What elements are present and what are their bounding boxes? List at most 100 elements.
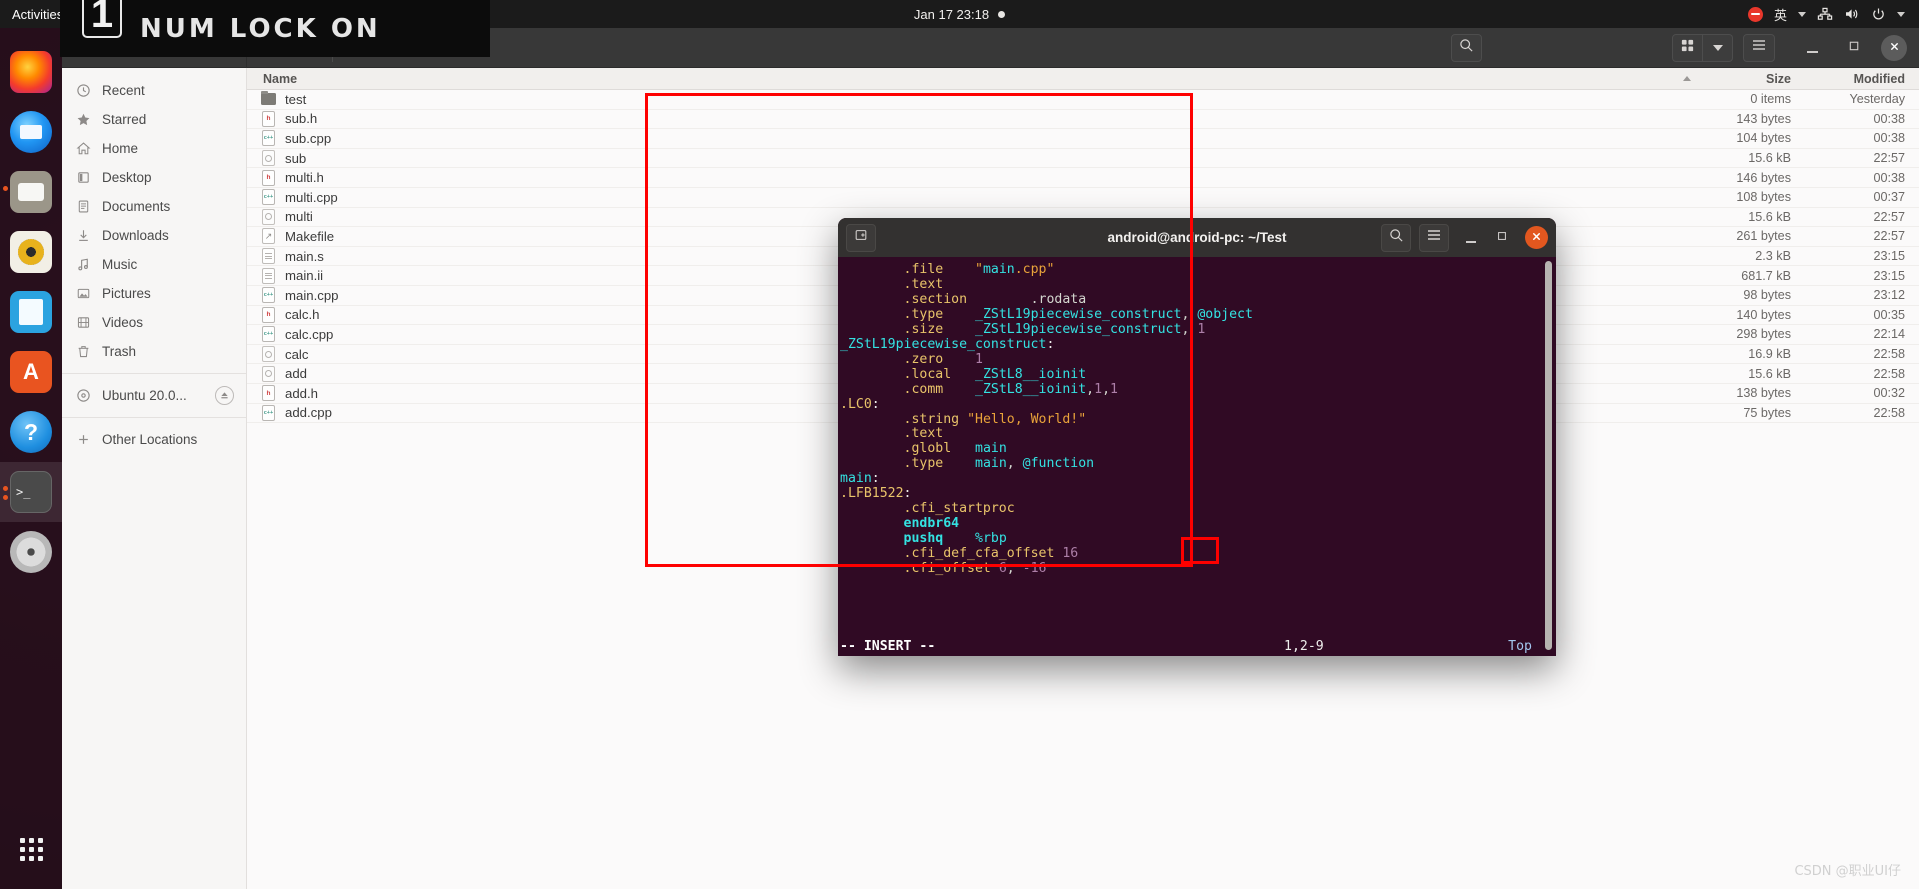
file-type-icon	[261, 150, 276, 167]
maximize-icon	[1496, 229, 1508, 247]
table-row[interactable]: h sub.h 143 bytes 00:38	[247, 110, 1919, 130]
table-row[interactable]: h multi.h 146 bytes 00:38	[247, 168, 1919, 188]
dock-item-thunderbird[interactable]	[0, 102, 62, 162]
system-tray: 英	[1747, 0, 1913, 28]
dock-item-rhythmbox[interactable]	[0, 222, 62, 282]
terminal-search-button[interactable]	[1381, 223, 1411, 252]
column-header-name[interactable]: Name	[247, 72, 1673, 86]
dock-item-terminal[interactable]: >_	[0, 462, 62, 522]
file-name-label: sub.h	[285, 111, 318, 127]
power-icon[interactable]	[1871, 7, 1886, 22]
dock-item-ubuntu-software[interactable]: A	[0, 342, 62, 402]
files-search-button[interactable]	[1451, 33, 1482, 62]
terminal-line: _ZStL19piecewise_construct:	[840, 336, 1055, 352]
file-modified-label: 23:12	[1873, 288, 1905, 303]
file-size-label: 75 bytes	[1743, 405, 1791, 420]
terminal-maximize-button[interactable]	[1488, 224, 1516, 252]
view-options-dropdown[interactable]	[1703, 33, 1733, 62]
sidebar-item-other-locations[interactable]: Other Locations	[62, 425, 246, 454]
numlock-osd-overlay: 1 NUM LOCK ON	[60, 0, 490, 57]
vim-scroll-position: Top	[1508, 639, 1532, 655]
cpp-file-icon: c++	[262, 189, 275, 206]
header-file-icon: h	[262, 110, 275, 127]
chevron-down-icon[interactable]	[1798, 11, 1806, 17]
terminal-line: .section .rodata	[903, 291, 1087, 307]
terminal-minimize-button[interactable]	[1457, 224, 1485, 252]
terminal-output[interactable]: .file "main.cpp" .text .section .rodata …	[838, 257, 1556, 656]
sidebar-label: Desktop	[102, 170, 152, 185]
file-size-label: 0 items	[1750, 92, 1791, 107]
terminal-close-button[interactable]	[1525, 226, 1548, 249]
dvd-disc-icon	[10, 531, 52, 573]
terminal-new-tab-button[interactable]	[846, 223, 876, 252]
dock-item-firefox[interactable]	[0, 42, 62, 102]
sidebar-item-trash[interactable]: Trash	[62, 337, 246, 366]
sidebar-item-desktop[interactable]: Desktop	[62, 163, 246, 192]
running-indicator	[3, 486, 8, 491]
sidebar-item-ubuntu-disc[interactable]: Ubuntu 20.0...	[62, 381, 246, 410]
files-restore-button[interactable]	[1839, 33, 1869, 63]
sidebar-item-music[interactable]: Music	[62, 250, 246, 279]
ubuntu-dock: A ? >_	[0, 28, 62, 889]
minimize-icon	[1806, 51, 1818, 53]
files-icon	[10, 171, 52, 213]
files-minimize-button[interactable]	[1797, 33, 1827, 63]
terminal-line: .file "main.cpp"	[903, 262, 1055, 277]
sidebar-item-pictures[interactable]: Pictures	[62, 279, 246, 308]
files-menu-button[interactable]	[1743, 33, 1775, 62]
sidebar-item-starred[interactable]: Starred	[62, 105, 246, 134]
table-row[interactable]: test 0 items Yesterday	[247, 90, 1919, 110]
terminal-line: .text	[903, 276, 944, 292]
sidebar-label: Starred	[102, 112, 147, 127]
notification-dot-icon	[998, 10, 1006, 18]
files-close-button[interactable]	[1881, 34, 1907, 61]
chevron-down-icon	[1712, 44, 1723, 51]
terminal-scrollbar[interactable]	[1545, 261, 1552, 650]
file-type-icon: h	[261, 169, 276, 186]
table-row[interactable]: sub 15.6 kB 22:57	[247, 149, 1919, 169]
show-applications-button[interactable]	[0, 817, 62, 881]
table-row[interactable]: c++ multi.cpp 108 bytes 00:37	[247, 188, 1919, 208]
input-method-indicator[interactable]: 英	[1774, 5, 1787, 24]
do-not-disturb-icon[interactable]	[1747, 6, 1763, 22]
sidebar-label: Documents	[102, 199, 171, 214]
file-modified-label: 23:15	[1873, 249, 1905, 264]
sidebar-item-recent[interactable]: Recent	[62, 76, 246, 105]
dock-item-help[interactable]: ?	[0, 402, 62, 462]
dock-item-dvd[interactable]	[0, 522, 62, 582]
dock-item-files[interactable]	[0, 162, 62, 222]
sidebar-label: Music	[102, 257, 138, 272]
eject-icon[interactable]	[215, 386, 234, 405]
file-modified-label: 00:32	[1873, 386, 1905, 401]
executable-icon	[262, 365, 275, 382]
dock-item-libreoffice-writer[interactable]	[0, 282, 62, 342]
file-name-cell: c++ multi.cpp	[247, 189, 1673, 206]
table-row[interactable]: c++ sub.cpp 104 bytes 00:38	[247, 129, 1919, 149]
sidebar-item-downloads[interactable]: Downloads	[62, 221, 246, 250]
file-modified-label: 23:15	[1873, 268, 1905, 283]
cpp-file-icon: c++	[262, 130, 275, 147]
file-type-icon	[261, 90, 276, 108]
files-sidebar: Recent Starred Home Desktop Documents Do…	[62, 68, 247, 889]
sidebar-label: Downloads	[102, 228, 169, 243]
sidebar-label: Recent	[102, 83, 145, 98]
header-file-icon: h	[262, 306, 275, 323]
file-size-label: 104 bytes	[1736, 131, 1791, 146]
terminal-line: .globl main	[903, 441, 1007, 457]
vim-mode-indicator: -- INSERT --	[840, 639, 936, 655]
file-name-label: multi.h	[285, 170, 324, 186]
network-icon[interactable]	[1817, 7, 1833, 21]
sidebar-item-documents[interactable]: Documents	[62, 192, 246, 221]
column-header-modified[interactable]: Modified	[1801, 72, 1919, 86]
file-type-icon: h	[261, 385, 276, 402]
column-header-size[interactable]: Size	[1701, 72, 1801, 86]
terminal-titlebar[interactable]: android@android-pc: ~/Test	[838, 218, 1556, 257]
sidebar-item-home[interactable]: Home	[62, 134, 246, 163]
volume-icon[interactable]	[1844, 7, 1860, 21]
terminal-menu-button[interactable]	[1419, 223, 1449, 252]
sidebar-item-videos[interactable]: Videos	[62, 308, 246, 337]
chevron-down-icon[interactable]	[1897, 11, 1905, 17]
file-modified-label: 22:58	[1873, 405, 1905, 420]
view-grid-button[interactable]	[1672, 33, 1703, 62]
file-type-icon: c++	[261, 326, 276, 343]
